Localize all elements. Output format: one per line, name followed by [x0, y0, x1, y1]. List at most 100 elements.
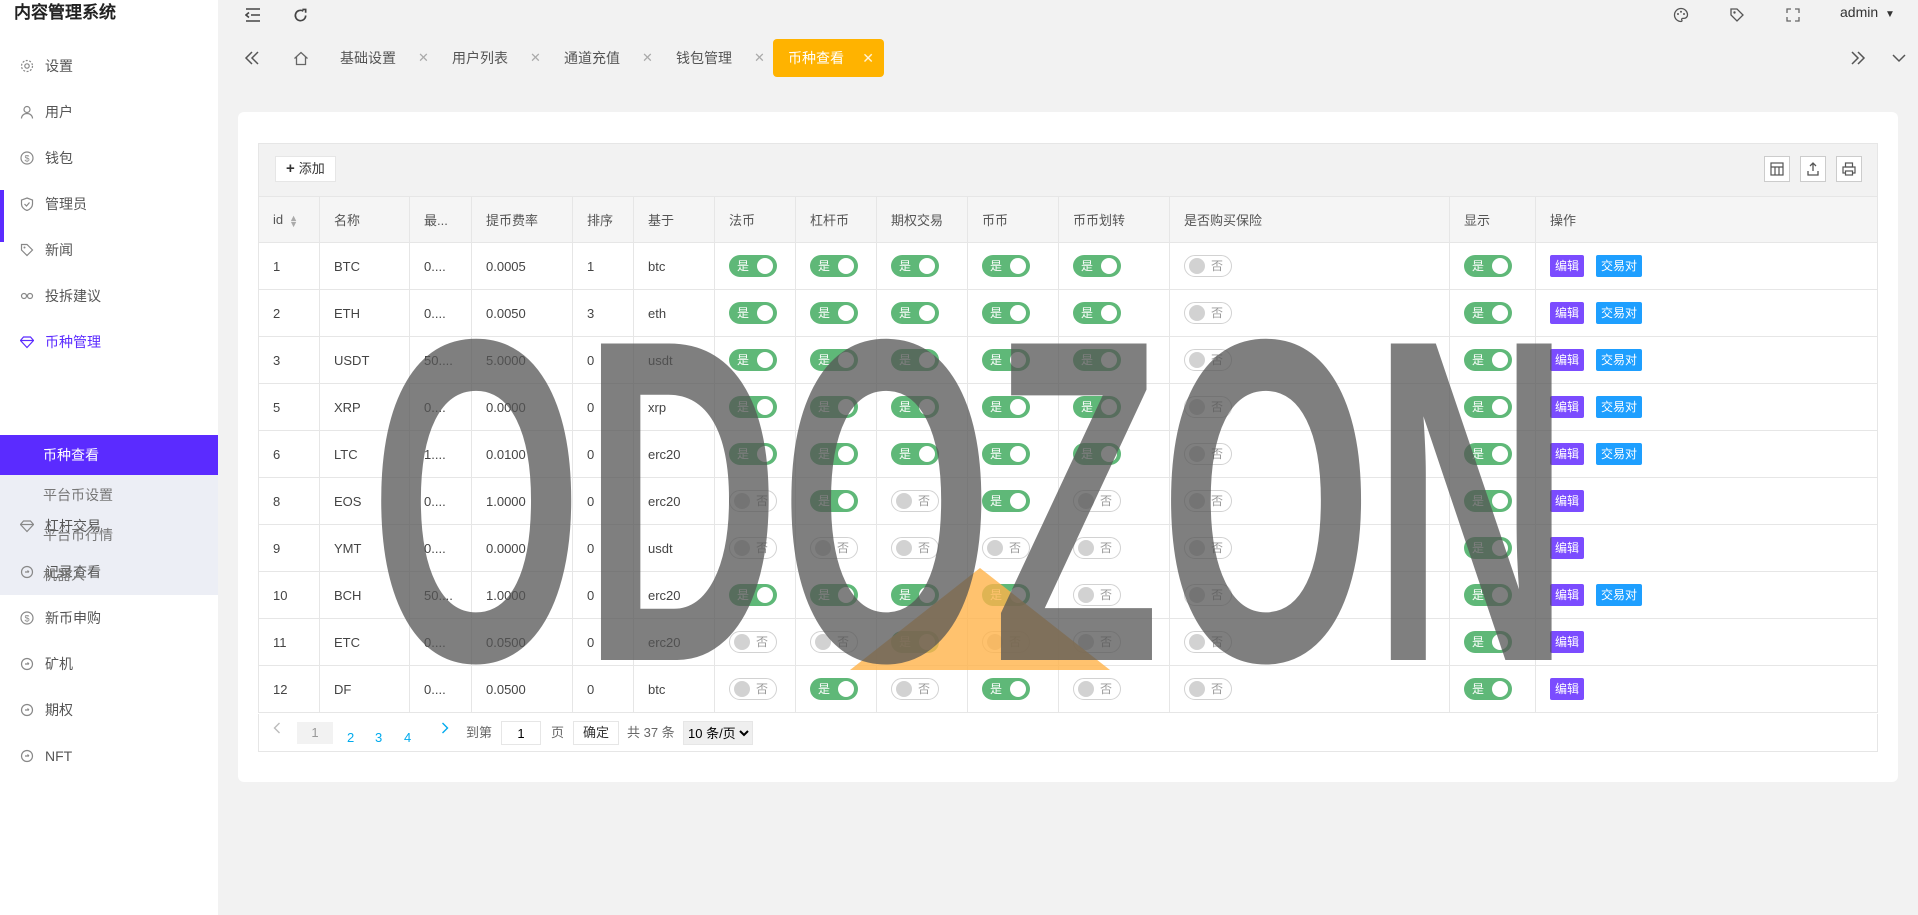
tab-close-icon[interactable]: ✕	[642, 38, 653, 78]
columns-icon[interactable]	[1764, 156, 1790, 182]
export-icon[interactable]	[1800, 156, 1826, 182]
toggle-switch-fiat[interactable]: 否	[729, 631, 777, 653]
toggle-switch-option[interactable]: 是	[891, 631, 939, 653]
prev-page-icon[interactable]	[273, 722, 281, 737]
toggle-switch-lever[interactable]: 是	[810, 255, 858, 277]
submenu-item-3[interactable]: 机器人	[0, 555, 218, 595]
toggle-switch-fiat[interactable]: 是	[729, 584, 777, 606]
toggle-switch-coin[interactable]: 是	[982, 255, 1030, 277]
toggle-switch-transfer[interactable]: 是	[1073, 255, 1121, 277]
refresh-icon[interactable]	[289, 4, 311, 26]
trading-pair-button[interactable]: 交易对	[1596, 349, 1643, 371]
home-icon[interactable]	[290, 47, 312, 69]
toggle-switch-lever[interactable]: 是	[810, 302, 858, 324]
trading-pair-button[interactable]: 交易对	[1596, 584, 1643, 606]
toggle-switch-insurance[interactable]: 否	[1184, 255, 1232, 277]
toggle-switch-transfer[interactable]: 否	[1073, 678, 1121, 700]
toggle-switch-insurance[interactable]: 否	[1184, 396, 1232, 418]
toggle-switch-fiat[interactable]: 是	[729, 255, 777, 277]
page-confirm-button[interactable]: 确定	[573, 721, 620, 745]
tab-3[interactable]: 钱包管理 ✕	[676, 38, 776, 78]
trading-pair-button[interactable]: 交易对	[1596, 255, 1643, 277]
edit-button[interactable]: 编辑	[1550, 537, 1585, 559]
toggle-switch-transfer[interactable]: 是	[1073, 349, 1121, 371]
toggle-switch-transfer[interactable]: 否	[1073, 537, 1121, 559]
toggle-switch-insurance[interactable]: 否	[1184, 302, 1232, 324]
toggle-switch-lever[interactable]: 是	[810, 584, 858, 606]
page-link[interactable]: 4	[404, 730, 411, 745]
toggle-switch-option[interactable]: 是	[891, 584, 939, 606]
toggle-switch-lever[interactable]: 是	[810, 678, 858, 700]
edit-button[interactable]: 编辑	[1550, 678, 1585, 700]
toggle-switch-coin[interactable]: 是	[982, 396, 1030, 418]
toggle-switch-fiat[interactable]: 否	[729, 537, 777, 559]
tab-close-icon[interactable]: ✕	[754, 38, 765, 78]
tab-1[interactable]: 用户列表 ✕	[452, 38, 552, 78]
toggle-switch-coin[interactable]: 是	[982, 490, 1030, 512]
toggle-switch-coin[interactable]: 否	[982, 631, 1030, 653]
sidebar-item-6[interactable]: 币种管理	[0, 314, 218, 370]
submenu-item-1[interactable]: 平台币设置	[0, 475, 218, 515]
tabs-scroll-right-icon[interactable]	[1847, 47, 1869, 69]
trading-pair-button[interactable]: 交易对	[1596, 443, 1643, 465]
tab-close-icon[interactable]: ✕	[418, 38, 429, 78]
collapse-menu-icon[interactable]	[242, 4, 264, 26]
toggle-switch-show[interactable]: 是	[1464, 349, 1512, 371]
toggle-switch-insurance[interactable]: 否	[1184, 584, 1232, 606]
toggle-switch-show[interactable]: 是	[1464, 396, 1512, 418]
toggle-switch-coin[interactable]: 是	[982, 678, 1030, 700]
tab-close-icon[interactable]: ✕	[862, 39, 874, 77]
toggle-switch-transfer[interactable]: 否	[1073, 490, 1121, 512]
toggle-switch-fiat[interactable]: 是	[729, 443, 777, 465]
toggle-switch-show[interactable]: 是	[1464, 631, 1512, 653]
tab-0[interactable]: 基础设置 ✕	[340, 38, 440, 78]
edit-button[interactable]: 编辑	[1550, 584, 1585, 606]
tab-active[interactable]: 币种查看 ✕	[773, 39, 884, 77]
edit-button[interactable]: 编辑	[1550, 490, 1585, 512]
toggle-switch-lever[interactable]: 是	[810, 396, 858, 418]
fullscreen-icon[interactable]	[1782, 4, 1804, 26]
toggle-switch-transfer[interactable]: 是	[1073, 302, 1121, 324]
toggle-switch-show[interactable]: 是	[1464, 584, 1512, 606]
edit-button[interactable]: 编辑	[1550, 396, 1585, 418]
tab-2[interactable]: 通道充值 ✕	[564, 38, 664, 78]
page-link[interactable]: 2	[347, 730, 354, 745]
toggle-switch-coin[interactable]: 是	[982, 584, 1030, 606]
tag-icon[interactable]	[1726, 4, 1748, 26]
page-size-select[interactable]: 10 条/页	[683, 721, 753, 745]
toggle-switch-transfer[interactable]: 是	[1073, 443, 1121, 465]
toggle-switch-option[interactable]: 是	[891, 396, 939, 418]
trading-pair-button[interactable]: 交易对	[1596, 396, 1643, 418]
edit-button[interactable]: 编辑	[1550, 255, 1585, 277]
sort-icon[interactable]: ▲ ▼	[289, 213, 298, 228]
toggle-switch-fiat[interactable]: 是	[729, 349, 777, 371]
add-button[interactable]: + 添加	[275, 156, 336, 182]
theme-palette-icon[interactable]	[1670, 4, 1692, 26]
toggle-switch-show[interactable]: 是	[1464, 443, 1512, 465]
toggle-switch-insurance[interactable]: 否	[1184, 349, 1232, 371]
edit-button[interactable]: 编辑	[1550, 302, 1585, 324]
toggle-switch-show[interactable]: 是	[1464, 678, 1512, 700]
column-header[interactable]: id ▲ ▼	[258, 196, 320, 243]
next-page-icon[interactable]	[441, 722, 449, 737]
toggle-switch-show[interactable]: 是	[1464, 537, 1512, 559]
toggle-switch-option[interactable]: 是	[891, 349, 939, 371]
tabs-scroll-left-icon[interactable]	[241, 47, 263, 69]
toggle-switch-fiat[interactable]: 是	[729, 302, 777, 324]
tabs-menu-icon[interactable]	[1888, 47, 1910, 69]
toggle-switch-coin[interactable]: 是	[982, 349, 1030, 371]
toggle-switch-insurance[interactable]: 否	[1184, 678, 1232, 700]
toggle-switch-option[interactable]: 是	[891, 302, 939, 324]
toggle-switch-coin[interactable]: 是	[982, 443, 1030, 465]
trading-pair-button[interactable]: 交易对	[1596, 302, 1643, 324]
toggle-switch-lever[interactable]: 是	[810, 443, 858, 465]
edit-button[interactable]: 编辑	[1550, 443, 1585, 465]
toggle-switch-option[interactable]: 否	[891, 490, 939, 512]
toggle-switch-coin[interactable]: 是	[982, 302, 1030, 324]
toggle-switch-lever[interactable]: 是	[810, 490, 858, 512]
toggle-switch-lever[interactable]: 否	[810, 537, 858, 559]
page-link[interactable]: 3	[375, 730, 382, 745]
toggle-switch-option[interactable]: 是	[891, 443, 939, 465]
toggle-switch-option[interactable]: 否	[891, 678, 939, 700]
toggle-switch-insurance[interactable]: 否	[1184, 490, 1232, 512]
